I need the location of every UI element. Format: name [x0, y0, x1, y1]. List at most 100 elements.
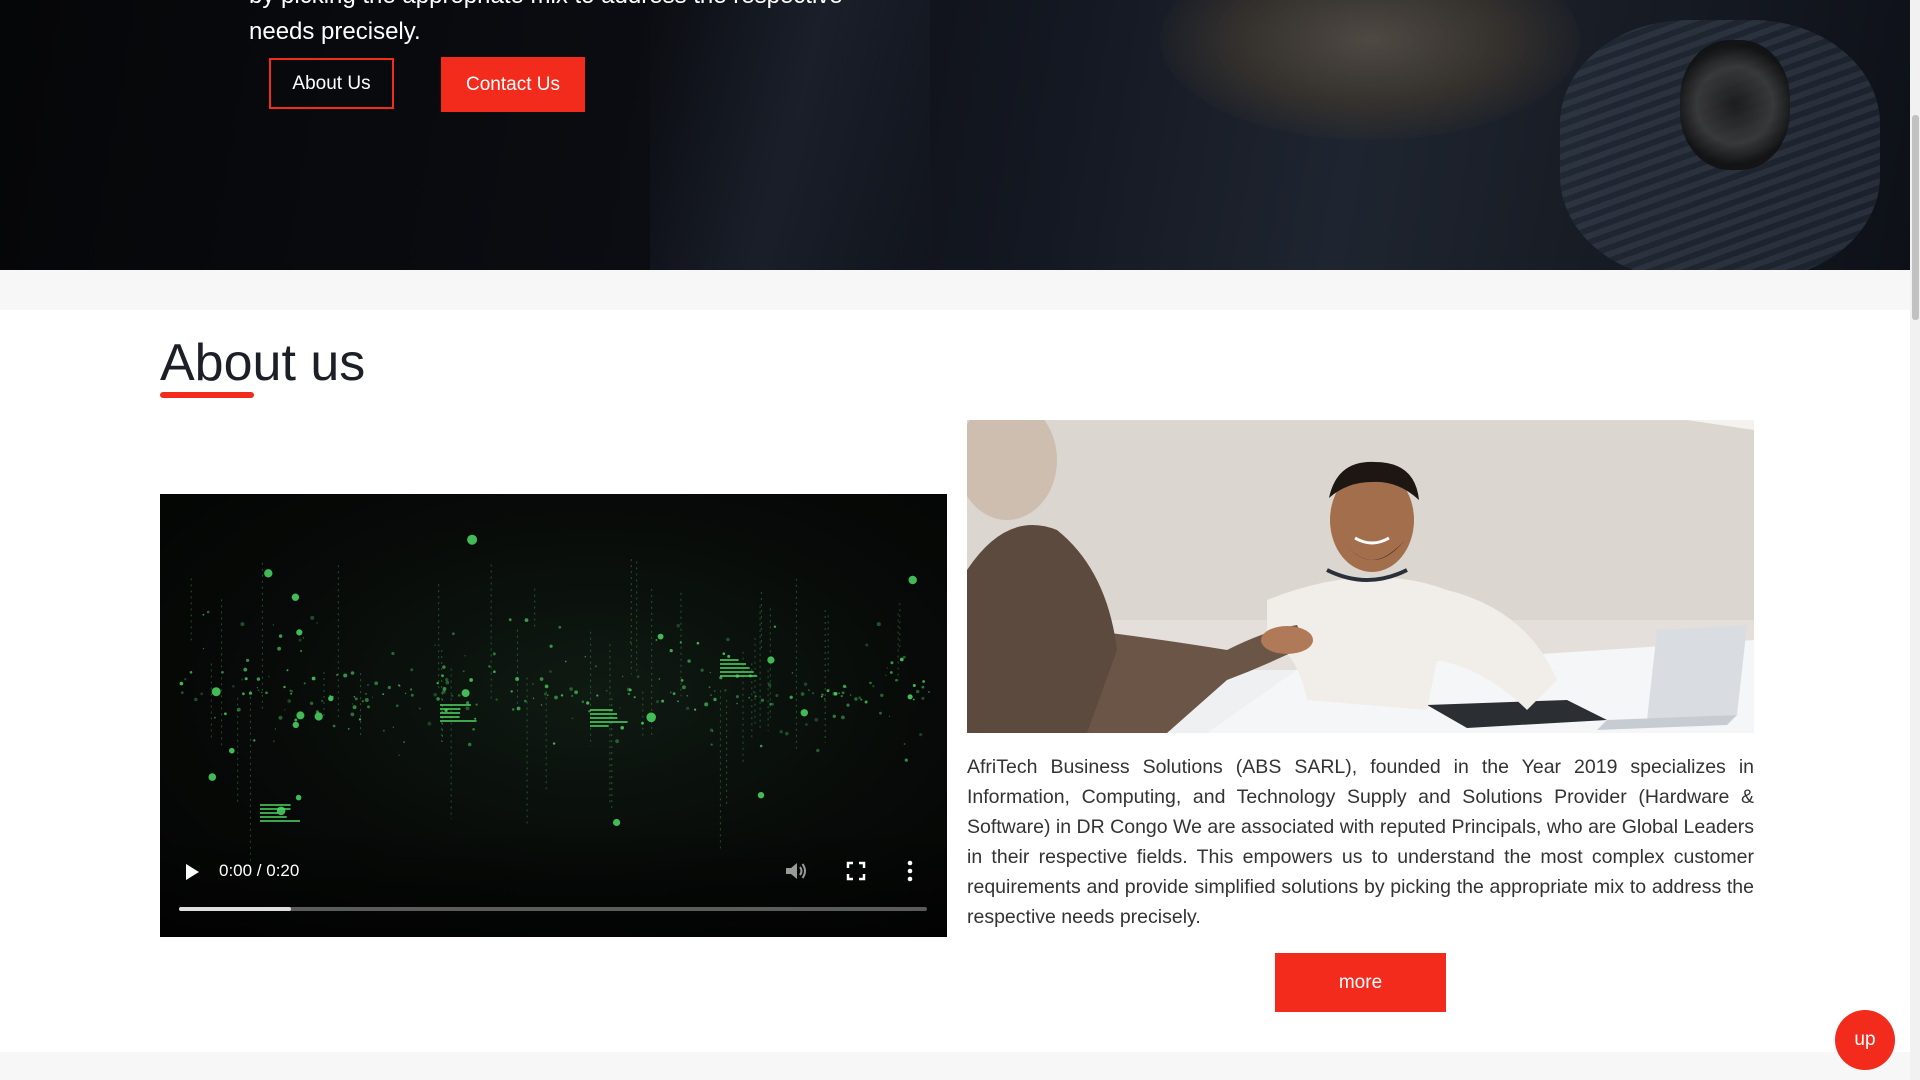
video-code-line — [260, 804, 291, 806]
video-particle — [748, 696, 751, 699]
video-particle — [832, 691, 837, 696]
volume-icon[interactable] — [784, 860, 808, 882]
video-particle — [374, 681, 379, 686]
video-particle — [890, 661, 894, 665]
video-glow-dot — [314, 712, 323, 721]
video-glow-dot — [295, 794, 302, 801]
video-glow-dot — [767, 656, 775, 664]
video-particle — [442, 687, 447, 691]
video-particle — [549, 644, 553, 648]
video-particle — [791, 672, 794, 674]
video-particle — [206, 610, 210, 614]
video-code-line — [260, 820, 300, 822]
video-particle — [410, 688, 413, 691]
video-particle — [552, 742, 556, 745]
video-glow-dot — [291, 593, 300, 601]
hero-text-line-2: needs precisely. — [249, 18, 421, 45]
video-particle — [352, 705, 357, 710]
video-particle — [812, 692, 815, 695]
video-particle — [916, 689, 920, 694]
video-progress-bar[interactable] — [179, 907, 927, 911]
video-particle — [902, 655, 906, 659]
video-particle — [921, 696, 925, 700]
video-particle — [347, 728, 350, 730]
video-player[interactable]: 0:00 / 0:20 — [160, 494, 947, 937]
play-icon[interactable] — [182, 862, 202, 882]
about-paragraph: AfriTech Business Solutions (ABS SARL), … — [967, 756, 1754, 928]
video-code-line — [260, 816, 287, 818]
video-particle — [472, 728, 475, 731]
video-particle — [803, 682, 808, 686]
video-particle — [888, 715, 891, 718]
video-code-line — [720, 667, 750, 669]
video-particle — [367, 705, 370, 709]
video-particle — [311, 676, 316, 681]
video-particle — [434, 644, 436, 646]
video-particle — [775, 694, 779, 697]
video-particle — [364, 698, 369, 702]
video-particle — [759, 744, 763, 748]
video-particle — [558, 625, 562, 629]
video-particle — [418, 707, 421, 710]
video-particle — [869, 681, 872, 685]
video-particle — [256, 677, 261, 681]
video-glow-dot — [208, 773, 217, 781]
video-particle — [365, 693, 367, 695]
video-code-line — [260, 812, 279, 814]
video-particle — [189, 671, 193, 674]
video-particle — [451, 694, 454, 697]
video-particle — [241, 678, 244, 681]
video-controls-overlay — [160, 827, 947, 937]
video-particle — [619, 707, 621, 709]
about-us-button[interactable]: About Us — [269, 58, 394, 109]
fullscreen-icon[interactable] — [846, 861, 866, 881]
video-particle — [246, 658, 250, 662]
video-particle — [694, 708, 697, 711]
video-particle — [240, 622, 245, 627]
video-code-line — [440, 720, 477, 722]
video-particle — [789, 695, 793, 699]
video-particle — [397, 684, 400, 687]
video-particle — [532, 697, 535, 699]
video-particle — [539, 677, 544, 681]
video-particle — [540, 704, 543, 706]
video-particle — [564, 660, 567, 663]
video-particle — [410, 668, 414, 672]
video-particle — [912, 684, 916, 687]
video-particle — [475, 703, 478, 706]
video-particle — [214, 716, 216, 719]
video-particle — [633, 696, 636, 699]
video-particle — [184, 678, 187, 681]
video-particle — [436, 697, 440, 701]
video-particle — [736, 702, 738, 705]
video-particle — [661, 699, 665, 703]
video-particle — [709, 671, 712, 674]
contact-us-button[interactable]: Contact Us — [441, 57, 585, 112]
video-particle — [265, 691, 268, 695]
video-particle — [884, 674, 887, 677]
video-particle — [351, 703, 354, 705]
video-code-line — [720, 659, 739, 661]
more-button[interactable]: more — [1275, 953, 1446, 1012]
video-particle — [232, 685, 235, 688]
video-particle — [272, 740, 275, 743]
page-scrollbar-thumb[interactable] — [1912, 115, 1919, 320]
video-particle — [194, 697, 198, 702]
video-particle — [244, 677, 248, 681]
video-particle — [886, 667, 888, 669]
video-particle — [253, 739, 256, 742]
video-particle — [202, 613, 205, 616]
video-code-line — [590, 717, 618, 719]
video-particle — [752, 691, 755, 693]
video-particle — [760, 698, 765, 702]
kebab-menu-icon[interactable] — [905, 860, 915, 882]
video-particle — [303, 682, 306, 685]
video-particle — [658, 678, 661, 680]
video-particle — [332, 724, 336, 728]
scroll-to-top-button[interactable]: up — [1835, 1010, 1895, 1070]
video-particle — [396, 704, 399, 707]
video-particle — [524, 699, 527, 703]
video-particle — [350, 671, 355, 675]
video-code-line — [590, 709, 613, 711]
video-particle — [354, 697, 358, 701]
